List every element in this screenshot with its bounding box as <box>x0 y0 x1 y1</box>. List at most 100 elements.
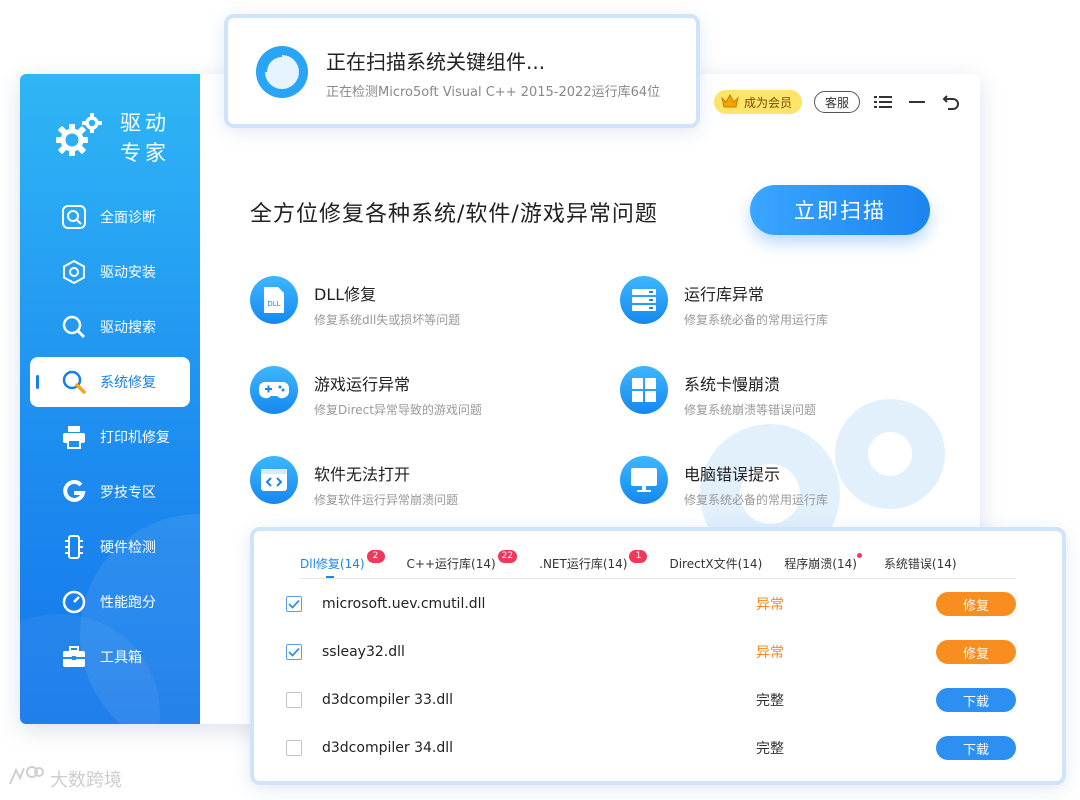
tab-system-error[interactable]: 系统错误(14) <box>884 549 957 578</box>
vip-button[interactable]: 成为会员 <box>713 90 802 114</box>
sidebar-item-benchmark[interactable]: 性能跑分 <box>30 577 190 627</box>
scanning-subtitle: 正在检测Micro5oft Visual C++ 2015-2022运行库64位 <box>326 85 661 100</box>
scanning-title: 正在扫描系统关键组件... <box>326 50 546 74</box>
install-icon <box>60 258 88 286</box>
feature-desc: 修复Direct异常导致的游戏问题 <box>314 403 482 417</box>
gears-logo-icon <box>54 110 106 166</box>
app-name-line1: 驱动 <box>120 111 170 135</box>
page-headline: 全方位修复各种系统/软件/游戏异常问题 <box>250 202 658 227</box>
row-checkbox[interactable] <box>286 692 302 708</box>
tab-label: .NET运行库(14) <box>539 557 628 571</box>
notification-dot <box>856 553 862 558</box>
loading-spinner-icon <box>254 44 310 104</box>
row-checkbox[interactable] <box>286 740 302 756</box>
svg-text:DLL: DLL <box>267 300 280 308</box>
download-button[interactable]: 下载 <box>936 688 1016 712</box>
sidebar-item-logitech[interactable]: 罗技专区 <box>30 467 190 517</box>
feature-title: 系统卡慢崩溃 <box>684 375 781 394</box>
feature-game-error[interactable]: 游戏运行异常 修复Direct异常导致的游戏问题 <box>250 366 482 418</box>
customer-service-button[interactable]: 客服 <box>813 91 860 113</box>
dll-icon: DLL <box>250 276 298 324</box>
windows-icon <box>620 366 668 414</box>
sidebar-item-install[interactable]: 驱动安装 <box>30 247 190 297</box>
count-badge: 2 <box>366 550 385 563</box>
feature-title: 游戏运行异常 <box>314 375 411 394</box>
sidebar-item-label: 全面诊断 <box>100 210 156 226</box>
status-label: 完整 <box>756 693 784 709</box>
feature-title: DLL修复 <box>314 285 377 304</box>
table-row: ssleay32.dll 异常 修复 <box>286 637 1026 667</box>
tab-label: C++运行库(14) <box>406 557 496 571</box>
scanning-popup: 正在扫描系统关键组件... 正在检测Micro5oft Visual C++ 2… <box>224 14 700 128</box>
sidebar-item-hardware[interactable]: 硬件检测 <box>30 522 190 572</box>
repair-detail-panel: Dll修复(14)2 C++运行库(14)22 .NET运行库(14)1 Dir… <box>250 527 1066 785</box>
tab-program-crash[interactable]: 程序崩溃(14) <box>784 549 862 578</box>
feature-system-crash[interactable]: 系统卡慢崩溃 修复系统崩溃等错误问题 <box>620 366 816 418</box>
minimize-icon[interactable] <box>906 91 928 113</box>
tab-label: Dll修复(14) <box>300 557 365 571</box>
vip-label: 成为会员 <box>743 95 792 110</box>
sidebar-item-label: 驱动搜索 <box>100 320 156 336</box>
tab-label: 程序崩溃(14) <box>784 557 857 571</box>
feature-title: 软件无法打开 <box>314 465 411 484</box>
sidebar-item-search[interactable]: 驱动搜索 <box>30 302 190 352</box>
sidebar: 驱动 专家 全面诊断 驱动安装 驱动搜索 系统修复 打印机修复 罗技专区 硬件检… <box>20 74 200 724</box>
feature-app-wont-open[interactable]: 软件无法打开 修复软件运行异常崩溃问题 <box>250 456 458 508</box>
tab-dotnet-runtime[interactable]: .NET运行库(14)1 <box>539 549 648 578</box>
repair-button[interactable]: 修复 <box>936 592 1016 616</box>
count-badge: 1 <box>629 550 648 563</box>
sidebar-item-label: 工具箱 <box>100 650 142 666</box>
crown-icon <box>720 93 740 112</box>
row-checkbox[interactable] <box>286 644 302 660</box>
file-name: d3dcompiler 34.dll <box>322 740 453 756</box>
tab-dll[interactable]: Dll修复(14)2 <box>300 549 385 578</box>
download-button[interactable]: 下载 <box>936 736 1016 760</box>
feature-pc-error[interactable]: 电脑错误提示 修复系统必备的常用运行库 <box>620 456 828 508</box>
watermark: 大数跨境 <box>8 764 122 793</box>
tab-cpp-runtime[interactable]: C++运行库(14)22 <box>407 549 518 578</box>
tab-label: 系统错误(14) <box>883 557 957 571</box>
status-label: 异常 <box>756 597 784 613</box>
feature-desc: 修复软件运行异常崩溃问题 <box>314 493 459 507</box>
toolbox-icon <box>60 643 88 671</box>
file-name: ssleay32.dll <box>322 644 405 660</box>
search-icon <box>60 313 88 341</box>
menu-icon[interactable] <box>872 91 894 113</box>
sidebar-item-label: 性能跑分 <box>100 595 156 611</box>
hardware-icon <box>60 533 88 561</box>
sidebar-item-toolbox[interactable]: 工具箱 <box>30 632 190 682</box>
status-label: 完整 <box>756 741 784 757</box>
gauge-icon <box>60 588 88 616</box>
diagnose-icon <box>60 203 88 231</box>
sidebar-item-printer[interactable]: 打印机修复 <box>30 412 190 462</box>
sidebar-item-label: 打印机修复 <box>100 430 170 446</box>
feature-desc: 修复系统崩溃等错误问题 <box>684 403 817 417</box>
feature-dll-repair[interactable]: DLL DLL修复 修复系统dll失或损坏等问题 <box>250 276 460 328</box>
category-tabs: Dll修复(14)2 C++运行库(14)22 .NET运行库(14)1 Dir… <box>300 549 1016 579</box>
logitech-icon <box>60 478 88 506</box>
feature-runtime-error[interactable]: 运行库异常 修复系统必备的常用运行库 <box>620 276 828 328</box>
code-window-icon <box>250 456 298 504</box>
sidebar-item-system-repair[interactable]: 系统修复 <box>30 357 190 407</box>
file-name: microsoft.uev.cmutil.dll <box>322 596 486 612</box>
status-label: 异常 <box>756 645 784 661</box>
row-checkbox[interactable] <box>286 596 302 612</box>
back-icon[interactable] <box>940 91 962 113</box>
tab-directx[interactable]: DirectX文件(14) <box>669 549 762 578</box>
server-icon <box>620 276 668 324</box>
feature-desc: 修复系统dll失或损坏等问题 <box>314 313 461 327</box>
sidebar-item-diagnose[interactable]: 全面诊断 <box>30 192 190 242</box>
tab-label: DirectX文件(14) <box>669 557 763 571</box>
repair-button[interactable]: 修复 <box>936 640 1016 664</box>
feature-title: 电脑错误提示 <box>684 465 781 484</box>
sidebar-nav: 全面诊断 驱动安装 驱动搜索 系统修复 打印机修复 罗技专区 硬件检测 性能跑分… <box>30 192 190 687</box>
feature-desc: 修复系统必备的常用运行库 <box>684 493 829 507</box>
gamepad-icon <box>250 366 298 414</box>
table-row: microsoft.uev.cmutil.dll 异常 修复 <box>286 589 1026 619</box>
watermark-logo-icon <box>8 764 44 793</box>
wrench-icon <box>60 368 88 396</box>
sidebar-item-label: 驱动安装 <box>100 265 156 281</box>
scan-now-button[interactable]: 立即扫描 <box>750 185 930 235</box>
app-name: 驱动 专家 <box>120 108 170 168</box>
watermark-text: 大数跨境 <box>50 769 122 791</box>
